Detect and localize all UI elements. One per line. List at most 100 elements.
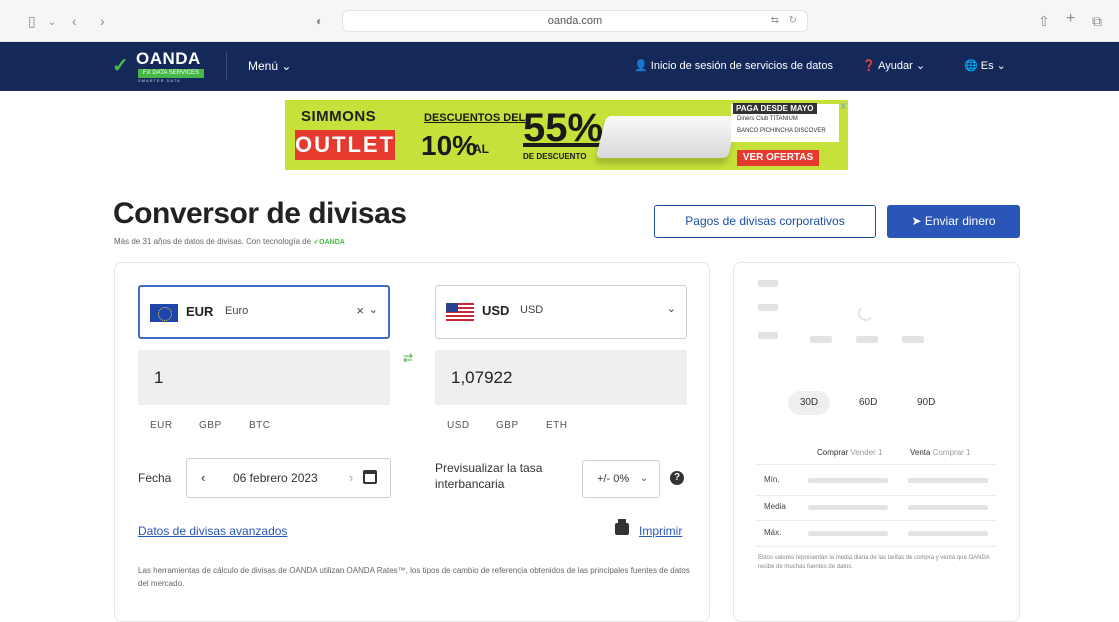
login-label: Inicio de sesión de servicios de datos (650, 60, 833, 72)
tolerance-select[interactable]: +/- 0% ⌄ (582, 460, 660, 498)
from-currency-code: EUR (186, 304, 214, 319)
us-flag-icon (446, 303, 474, 321)
table-divider (756, 495, 996, 496)
to-currency-code: USD (482, 303, 510, 318)
corporate-payments-button[interactable]: Pagos de divisas corporativos (654, 205, 876, 238)
print-link[interactable]: Imprimir (639, 524, 682, 538)
quick-to-gbp[interactable]: GBP (496, 420, 519, 431)
printer-icon[interactable] (615, 519, 629, 535)
language-menu[interactable]: 🌐 Es ⌄ (964, 59, 1006, 72)
date-picker[interactable]: ‹ 06 febrero 2023 › (186, 458, 391, 498)
quick-from-gbp[interactable]: GBP (199, 420, 222, 431)
ad-bank-logos-2: BANCO PICHINCHA DISCOVER (737, 128, 826, 134)
quick-to-usd[interactable]: USD (447, 420, 470, 431)
chevron-down-icon: ⌄ (915, 60, 926, 72)
chevron-down-icon[interactable]: ⌄ (48, 14, 56, 32)
help-menu[interactable]: ❓ Ayudar ⌄ (862, 59, 925, 72)
reload-icon[interactable]: ↻ (789, 15, 797, 26)
row-mean-label: Media (764, 502, 786, 511)
menu-button[interactable]: Menú ⌄ (248, 59, 291, 73)
page-title: Conversor de divisas (113, 197, 407, 230)
language-label: Es (980, 60, 994, 72)
to-currency-select[interactable]: USD USD ⌄ (435, 285, 687, 339)
from-amount-input[interactable] (138, 350, 390, 405)
ad-bank-logos: Diners Club TITANIUM (737, 116, 798, 122)
swap-icon[interactable]: ⇄ (403, 351, 413, 365)
page-subtitle: Más de 31 años de datos de divisas. Con … (114, 237, 345, 246)
send-arrow-icon: ➤ (911, 214, 922, 228)
skeleton-placeholder (810, 336, 832, 343)
skeleton-placeholder (758, 332, 778, 339)
row-max-label: Máx. (764, 528, 782, 537)
rates-footnote: Estos valores representan la media diari… (758, 555, 990, 570)
send-money-button[interactable]: ➤ Enviar dinero (887, 205, 1020, 238)
menu-label: Menú (248, 59, 279, 73)
chevron-down-icon[interactable]: ⌄ (369, 303, 378, 316)
to-amount-input[interactable] (435, 350, 687, 405)
quick-from-btc[interactable]: BTC (249, 420, 271, 431)
ad-discount-max: 55% (523, 106, 604, 150)
quick-to-eth[interactable]: ETH (546, 420, 568, 431)
quick-from-eur[interactable]: EUR (150, 420, 173, 431)
data-services-login-link[interactable]: 👤 Inicio de sesión de servicios de datos (634, 59, 833, 72)
subtitle-logo-word: OANDA (319, 239, 345, 246)
user-icon: 👤 (634, 60, 648, 72)
new-tab-icon[interactable]: + (1066, 10, 1075, 28)
subtitle-text: Más de 31 años de datos de divisas. Con … (114, 237, 312, 246)
skeleton-placeholder (908, 505, 988, 510)
calendar-icon[interactable] (363, 470, 377, 484)
ad-cta-button[interactable]: VER OFERTAS (737, 150, 819, 166)
help-label: Ayudar (878, 60, 913, 72)
oanda-logo[interactable]: ✓ OANDA FX DATA SERVICES SMARTER DATA (112, 49, 206, 83)
table-divider (756, 464, 996, 465)
advertisement-banner[interactable]: SIMMONS OUTLET DESCUENTOS DEL 10% AL 55%… (285, 100, 848, 170)
tabs-icon[interactable]: ⧉ (1092, 12, 1102, 30)
chevron-down-icon[interactable]: ⌄ (667, 302, 676, 315)
forward-icon[interactable]: › (100, 12, 105, 30)
skeleton-placeholder (856, 336, 878, 343)
subtitle-logo: ✓OANDA (313, 239, 345, 246)
skeleton-placeholder (902, 336, 924, 343)
from-currency-select[interactable]: EUR Euro × ⌄ (138, 285, 390, 339)
help-icon: ❓ (862, 60, 876, 72)
skeleton-placeholder (908, 531, 988, 536)
translate-icon[interactable]: ⇆ (771, 15, 779, 26)
url-text: oanda.com (547, 15, 603, 27)
back-icon[interactable]: ‹ (72, 12, 77, 30)
range-tab-30d[interactable]: 30D (788, 391, 830, 415)
browser-toolbar: ▯ ⌄ ‹ › ◐ oanda.com ⇆ ↻ ⇧ + ⧉ (0, 0, 1119, 42)
chevron-left-icon[interactable]: ‹ (201, 470, 205, 485)
range-tab-90d[interactable]: 90D (917, 397, 935, 408)
skeleton-placeholder (808, 531, 888, 536)
ad-discount-min: 10% (421, 130, 478, 161)
share-icon[interactable]: ⇧ (1038, 12, 1050, 30)
skeleton-placeholder (808, 505, 888, 510)
range-tab-60d[interactable]: 60D (859, 397, 877, 408)
table-divider (756, 520, 996, 521)
chevron-down-icon: ⌄ (281, 59, 292, 73)
check-icon: ✓ (112, 55, 129, 77)
chevron-right-icon[interactable]: › (349, 470, 353, 485)
advanced-data-link[interactable]: Datos de divisas avanzados (138, 524, 287, 538)
skeleton-placeholder (758, 280, 778, 287)
question-icon[interactable]: ? (670, 471, 684, 485)
sidebar-icon[interactable]: ▯ (28, 12, 36, 30)
date-value: 06 febrero 2023 (233, 471, 318, 485)
ad-close-icon[interactable]: X (841, 102, 846, 111)
skeleton-placeholder (758, 304, 778, 311)
chevron-down-icon: ⌄ (640, 473, 649, 484)
skeleton-placeholder (908, 478, 988, 483)
table-divider (756, 546, 996, 547)
sell-header-sub: Comprar 1 (932, 448, 971, 457)
nav-divider (226, 52, 227, 80)
ad-payment-title: PAGA DESDE MAYO (733, 103, 817, 114)
converter-card: EUR Euro × ⌄ USD USD ⌄ ⇄ EUR GBP BTC USD… (114, 262, 710, 622)
shield-icon: ◐ (316, 14, 324, 28)
clear-icon[interactable]: × (356, 303, 364, 318)
logo-tagline: SMARTER DATA (138, 78, 181, 83)
mattress-image (595, 116, 739, 158)
address-bar[interactable]: oanda.com ⇆ ↻ (342, 10, 808, 32)
ad-outlet: OUTLET (295, 130, 395, 160)
buy-header-sub: Vender 1 (850, 448, 883, 457)
sell-header-label: Venta (910, 448, 931, 457)
